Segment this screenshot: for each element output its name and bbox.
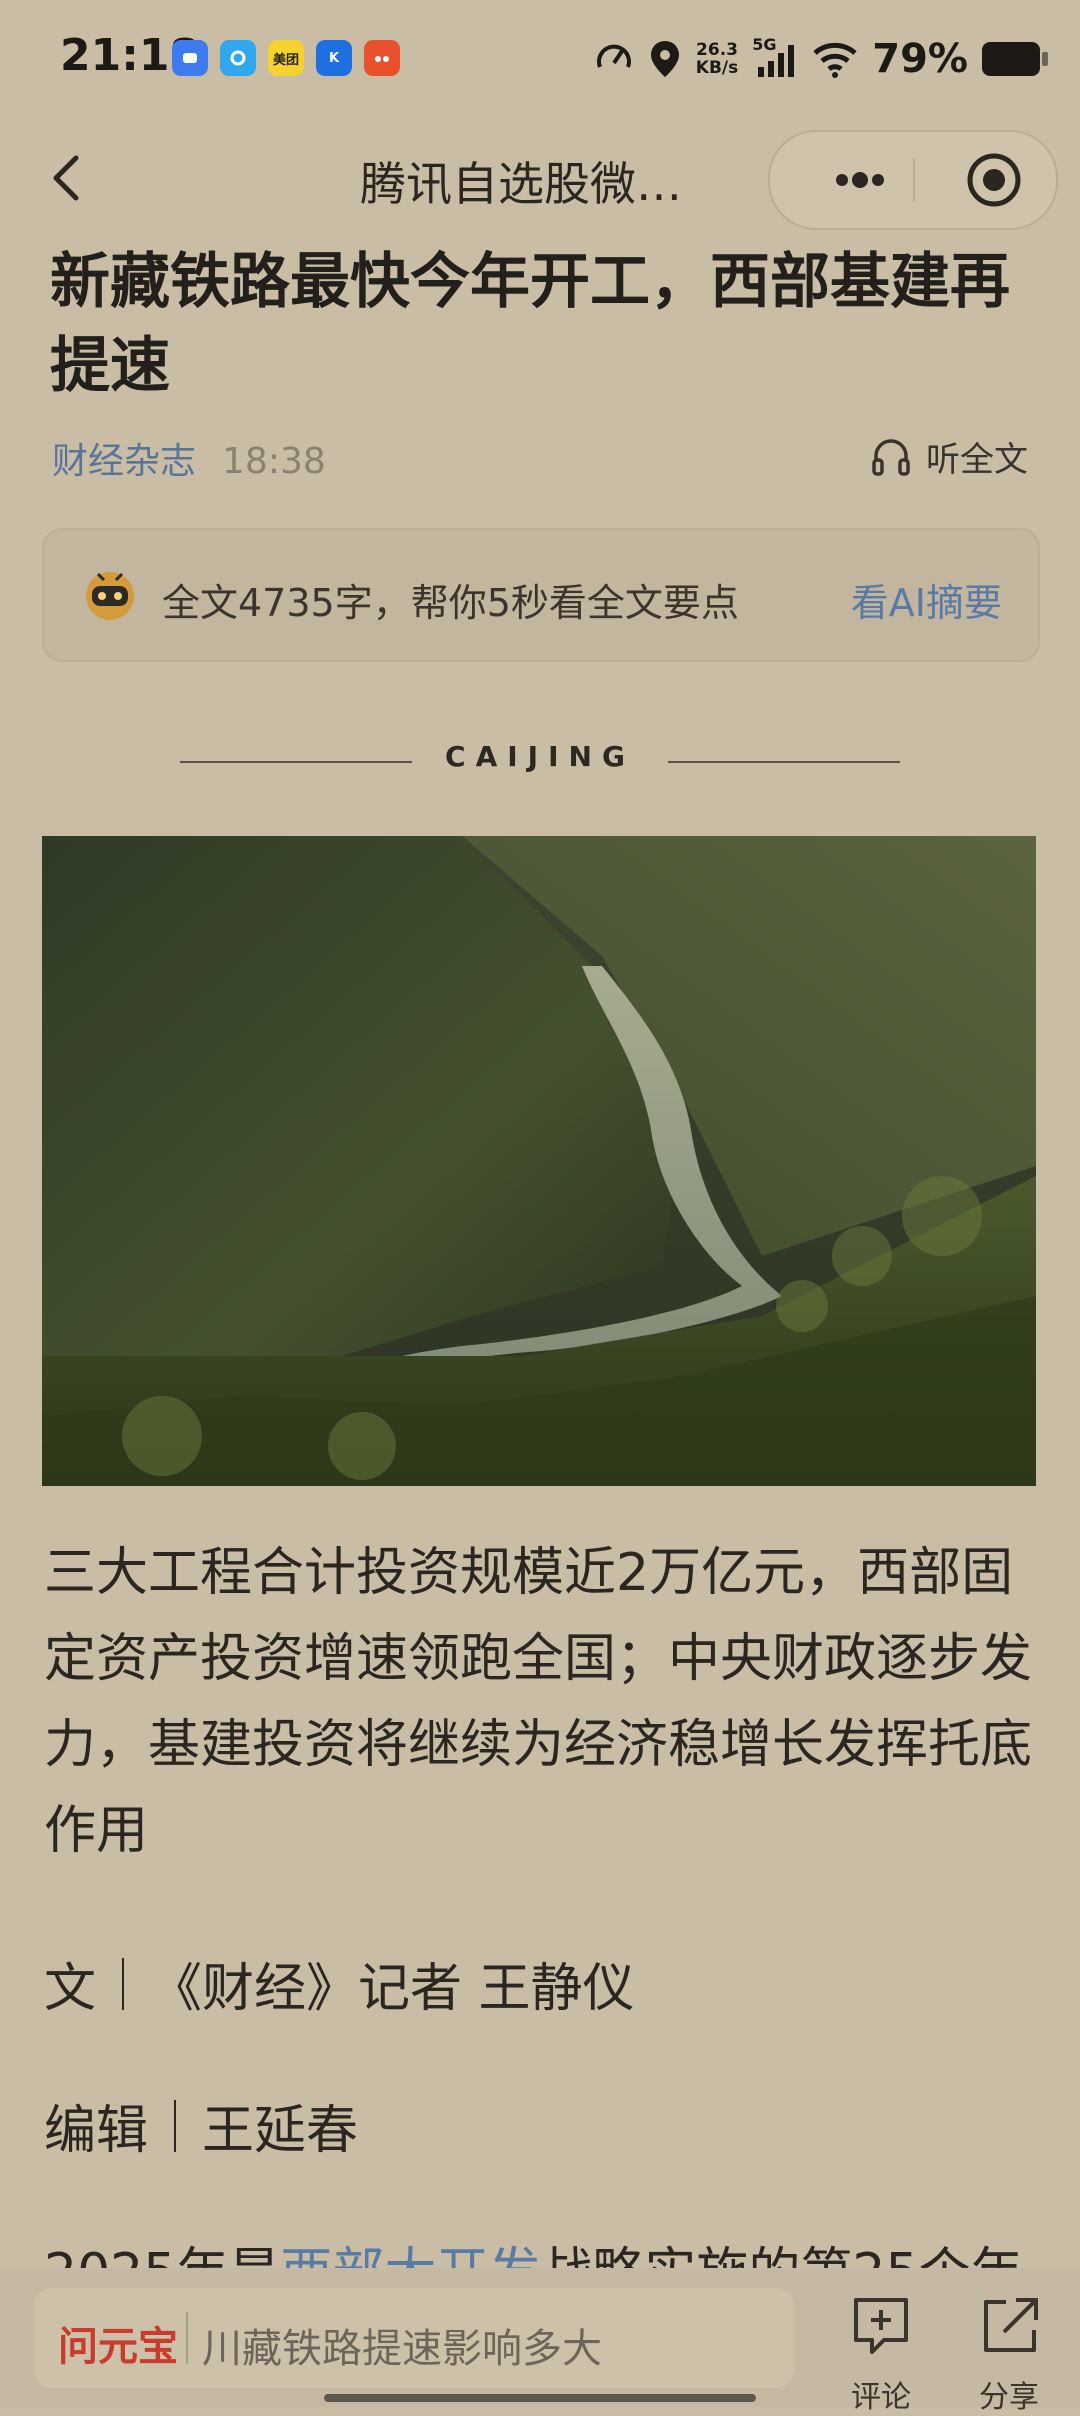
headphones-icon [872,438,910,476]
ai-summary-link[interactable]: 看AI摘要 [851,572,1002,627]
meituan-icon: 美团 [268,40,304,76]
app-notification-icon [220,40,256,76]
page-title: 腾讯自选股微… [360,157,682,211]
ai-robot-icon [86,572,134,620]
signal-icon: 5G [752,35,798,79]
location-icon [650,41,679,77]
home-indicator[interactable] [324,2394,756,2402]
battery-icon [982,42,1048,76]
divider-line-right [668,761,900,763]
share-label: 分享 [979,2380,1039,2415]
byline-separator [174,2099,177,2152]
more-button[interactable] [810,132,910,228]
article-lead: 三大工程合计投资规模近2万亿元，西部固定资产投资增速领跑全国；中央财政逐步发力，… [44,1543,1033,1861]
bottom-action-bar: 问元宝 川藏铁路提速影响多大 评论 分享 [0,2268,1080,2415]
article-source[interactable]: 财经杂志 [52,441,196,482]
app-notification-icon [364,40,400,76]
article-photo[interactable] [42,836,1036,1486]
ask-yuanbao-input[interactable]: 问元宝 川藏铁路提速影响多大 [34,2288,794,2388]
nav-bar: 腾讯自选股微… [0,120,1080,240]
listen-label: 听全文 [926,440,1028,480]
capsule-divider [913,158,915,202]
brand-label: CAIJING [445,740,635,773]
byline-editor: 编辑 王延春 [44,2088,358,2163]
share-icon [984,2298,1038,2352]
brand-divider: CAIJING [180,740,900,780]
byline-author: 文《财经》记者 王静仪 [44,1946,635,2021]
mini-program-capsule [768,130,1058,230]
article-headline: 新藏铁路最快今年开工，西部基建再提速 [50,247,1010,401]
share-button[interactable]: 分享 [954,2286,1064,2415]
yuanbao-brand: 问元宝 [58,2324,178,2370]
byline-editor-name: 王延春 [202,2101,359,2161]
article-time: 18:38 [222,441,326,482]
ask-placeholder: 川藏铁路提速影响多大 [202,2326,602,2372]
byline-author-name: 《财经》记者 王静仪 [150,1959,635,2019]
comment-button[interactable]: 评论 [826,2286,936,2415]
speedometer-icon [596,44,631,68]
wifi-icon [813,42,857,78]
listen-button[interactable]: 听全文 [870,432,1028,481]
notification-icons: 美团 K [172,40,400,76]
comment-icon [854,2298,908,2354]
status-indicators: 26.3 KB/s 5G 79% [594,35,1048,82]
comment-label: 评论 [851,2380,911,2415]
target-icon [967,153,1021,207]
back-button[interactable] [38,146,102,210]
byline-separator [122,1957,125,2010]
more-dots-icon [836,172,884,188]
article-meta: 财经杂志 18:38 [52,432,326,484]
network-speed: 26.3 KB/s [695,40,739,78]
byline-editor-prefix: 编辑 [44,2101,149,2161]
ask-divider [186,2312,188,2364]
status-bar: 21:18 美团 K 26.3 KB/s 5G 79% [0,0,1080,120]
chevron-left-icon [53,155,79,201]
app-notification-icon [172,40,208,76]
gorge-landscape-image [42,836,1036,1486]
byline-author-prefix: 文 [44,1959,97,2019]
kuaiyue-icon: K [316,40,352,76]
ai-summary-banner[interactable]: 全文4735字，帮你5秒看全文要点 看AI摘要 [42,528,1040,662]
battery-percent: 79% [872,36,968,82]
ai-summary-text: 全文4735字，帮你5秒看全文要点 [162,581,739,625]
close-mini-program-button[interactable] [946,132,1042,228]
